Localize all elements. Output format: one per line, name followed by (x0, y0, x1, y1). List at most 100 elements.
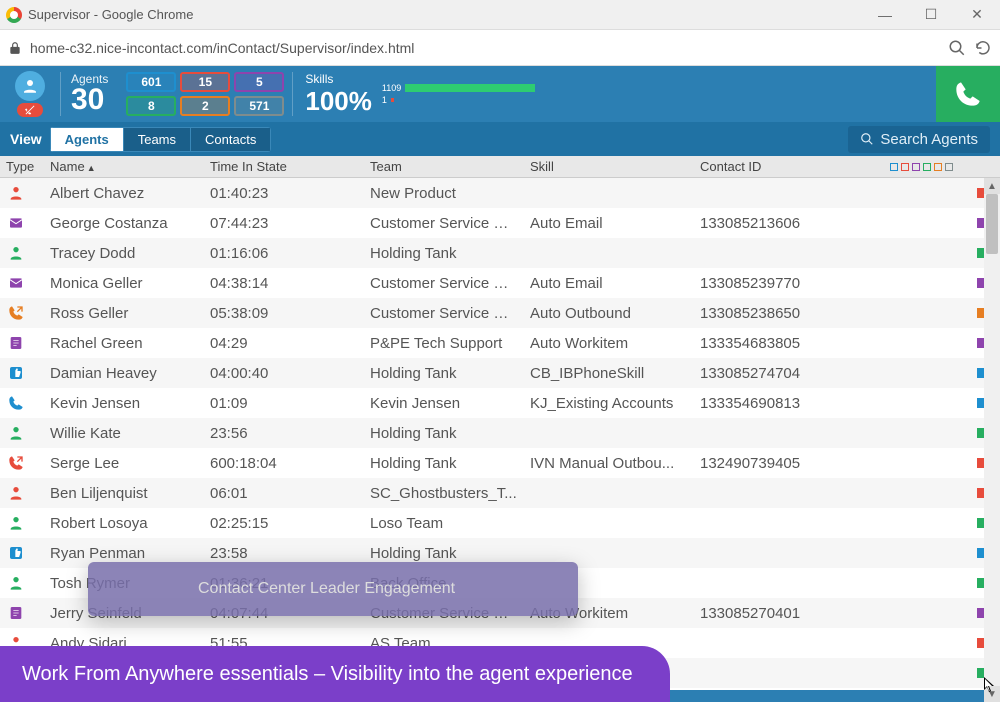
time-in-state: 07:44:23 (204, 215, 364, 232)
legend-square[interactable] (912, 163, 920, 171)
team-name: SC_Ghostbusters_T... (364, 485, 524, 502)
refresh-icon[interactable] (974, 39, 992, 57)
status-pill[interactable]: 601 (126, 72, 176, 92)
time-in-state: 01:16:06 (204, 245, 364, 262)
mail-icon (6, 213, 26, 233)
zoom-icon[interactable] (948, 39, 966, 57)
status-pill[interactable]: 571 (234, 96, 284, 116)
window-titlebar: Supervisor - Google Chrome — ☐ ✕ (0, 0, 1000, 30)
skills-top-count: 1109 (382, 83, 401, 93)
tab-teams[interactable]: Teams (124, 127, 191, 152)
time-in-state: 06:01 (204, 485, 364, 502)
tab-contacts[interactable]: Contacts (191, 127, 271, 152)
legend-square[interactable] (890, 163, 898, 171)
col-contact[interactable]: Contact ID (694, 159, 884, 174)
skill-name: KJ_Existing Accounts (524, 395, 694, 412)
agent-name: Serge Lee (44, 455, 204, 472)
skill-name: Auto Outbound (524, 305, 694, 322)
scroll-up-button[interactable]: ▲ (984, 178, 1000, 194)
time-in-state: 01:40:23 (204, 185, 364, 202)
col-skill[interactable]: Skill (524, 159, 694, 174)
status-pill[interactable]: 15 (180, 72, 230, 92)
time-in-state: 23:58 (204, 545, 364, 562)
table-row[interactable]: George Costanza07:44:23Customer Service … (0, 208, 1000, 238)
url-text[interactable]: home-c32.nice-incontact.com/inContact/Su… (30, 40, 940, 56)
legend-square[interactable] (923, 163, 931, 171)
status-pill[interactable]: 2 (180, 96, 230, 116)
window-maximize-button[interactable]: ☐ (908, 0, 954, 30)
person-icon (6, 423, 26, 443)
view-label: View (10, 131, 42, 147)
call-button[interactable] (936, 66, 1000, 122)
contact-id: 133085274704 (694, 365, 884, 382)
search-icon (860, 132, 874, 146)
mute-badge-icon (17, 103, 43, 117)
mail-icon (6, 273, 26, 293)
contact-id: 133085239770 (694, 275, 884, 292)
table-row[interactable]: Ben Liljenquist06:01SC_Ghostbusters_T... (0, 478, 1000, 508)
col-type[interactable]: Type (0, 159, 44, 174)
table-row[interactable]: Monica Geller04:38:14Customer Service M.… (0, 268, 1000, 298)
footer-strip (670, 690, 984, 702)
contact-id: 133085238650 (694, 305, 884, 322)
tab-agents[interactable]: Agents (50, 127, 124, 152)
time-in-state: 04:00:40 (204, 365, 364, 382)
skill-name: Auto Workitem (524, 335, 694, 352)
window-minimize-button[interactable]: — (862, 0, 908, 30)
agent-name: Ross Geller (44, 305, 204, 322)
table-row[interactable]: Willie Kate23:56Holding Tank (0, 418, 1000, 448)
thumb-icon (6, 363, 26, 383)
team-name: Customer Service M... (364, 215, 524, 232)
caption-banner: Work From Anywhere essentials – Visibili… (0, 646, 670, 702)
scroll-thumb[interactable] (986, 194, 998, 254)
search-agents-input[interactable]: Search Agents (848, 126, 990, 153)
skills-bar-bot (391, 98, 394, 102)
agent-name: Robert Losoya (44, 515, 204, 532)
table-row[interactable]: Serge Lee600:18:04Holding TankIVN Manual… (0, 448, 1000, 478)
agents-stat: Agents 30 (61, 66, 118, 122)
table-row[interactable]: Rachel Green04:29P&PE Tech SupportAuto W… (0, 328, 1000, 358)
agent-name: Damian Heavey (44, 365, 204, 382)
team-name: New Product (364, 185, 524, 202)
lock-icon (8, 41, 22, 55)
legend-square[interactable] (945, 163, 953, 171)
team-name: Holding Tank (364, 455, 524, 472)
view-tabs: AgentsTeamsContacts (50, 127, 272, 152)
scroll-down-button[interactable]: ▼ (984, 686, 1000, 702)
person-icon (6, 513, 26, 533)
skills-label: Skills (305, 72, 372, 86)
agent-name: Monica Geller (44, 275, 204, 292)
table-row[interactable]: Albert Chavez01:40:23New Product (0, 178, 1000, 208)
time-in-state: 05:38:09 (204, 305, 364, 322)
col-name[interactable]: Name▲ (44, 159, 204, 174)
time-in-state: 04:29 (204, 335, 364, 352)
contact-id: 133085270401 (694, 605, 884, 622)
skills-stat: Skills 100% 1109 1 (293, 66, 547, 122)
col-team[interactable]: Team (364, 159, 524, 174)
team-name: P&PE Tech Support (364, 335, 524, 352)
legend-square[interactable] (901, 163, 909, 171)
team-name: Holding Tank (364, 545, 524, 562)
time-in-state: 04:38:14 (204, 275, 364, 292)
table-row[interactable]: Kevin Jensen01:09Kevin JensenKJ_Existing… (0, 388, 1000, 418)
vertical-scrollbar[interactable]: ▲ ▼ (984, 178, 1000, 702)
agents-count: 30 (71, 85, 108, 115)
table-row[interactable]: Tracey Dodd01:16:06Holding Tank (0, 238, 1000, 268)
supervisor-avatar-block[interactable] (0, 66, 60, 122)
view-bar: View AgentsTeamsContacts Search Agents (0, 122, 1000, 156)
status-pill[interactable]: 5 (234, 72, 284, 92)
doc-icon (6, 603, 26, 623)
status-pill[interactable]: 8 (126, 96, 176, 116)
person-icon (6, 183, 26, 203)
agent-name: Ryan Penman (44, 545, 204, 562)
skill-name: Auto Email (524, 275, 694, 292)
table-row[interactable]: Ross Geller05:38:09Customer Service M...… (0, 298, 1000, 328)
table-row[interactable]: Damian Heavey04:00:40Holding TankCB_IBPh… (0, 358, 1000, 388)
legend-square[interactable] (934, 163, 942, 171)
window-close-button[interactable]: ✕ (954, 0, 1000, 30)
table-row[interactable]: Robert Losoya02:25:15Loso Team (0, 508, 1000, 538)
agent-name: Rachel Green (44, 335, 204, 352)
sort-asc-icon: ▲ (87, 163, 96, 173)
status-pill-grid: 601155 82571 (118, 66, 292, 122)
col-time[interactable]: Time In State (204, 159, 364, 174)
